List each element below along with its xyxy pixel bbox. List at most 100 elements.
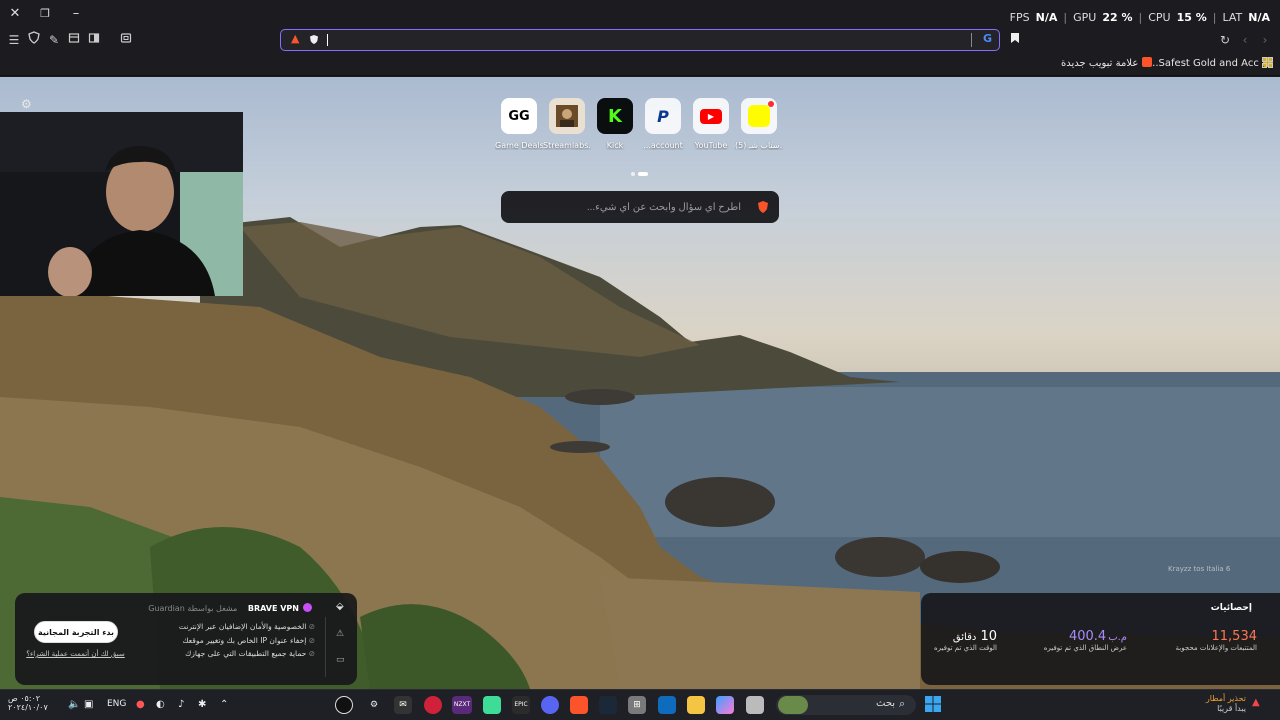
vpn-feature-list: ⊘ الخصوصية والأمان الإضافيان عبر الإنترن… <box>165 620 315 661</box>
nzxt-cam-icon[interactable]: NZXT <box>452 696 472 714</box>
top-site-label: YouTube <box>694 141 728 150</box>
google-icon[interactable]: G <box>983 32 992 45</box>
address-input[interactable] <box>327 31 947 49</box>
pager-dot-active[interactable] <box>638 171 648 176</box>
apps-grid-icon[interactable] <box>1258 55 1276 73</box>
restore-window-button[interactable]: ❐ <box>34 4 56 24</box>
riot-client-icon[interactable] <box>424 696 442 714</box>
search-icon: ⌕ <box>899 697 906 710</box>
app-tray-icon[interactable]: ◐ <box>156 699 165 710</box>
volume-icon[interactable]: ♪ <box>178 699 184 710</box>
top-sites-pager[interactable] <box>631 163 651 182</box>
address-bar[interactable]: ▲ G <box>280 29 1000 51</box>
weather-widget[interactable]: تحذير أمطار يبدأ قريبًا <box>1170 694 1246 714</box>
minimize-window-button[interactable]: – <box>65 4 87 24</box>
taskbar-search[interactable]: بحث ⌕ <box>776 695 916 715</box>
network-icon[interactable]: ▣ <box>84 699 93 710</box>
vpn-divider <box>325 617 326 677</box>
screenshot-icon[interactable] <box>117 31 135 49</box>
file-explorer-icon[interactable] <box>687 696 705 714</box>
stat-unit: دقائق <box>952 632 977 643</box>
pager-dot[interactable] <box>631 171 635 176</box>
gpu-value: 22 % <box>1102 10 1133 24</box>
extensions-icon[interactable]: ✎ <box>45 31 63 49</box>
top-site-tile[interactable]: Streamlabs... <box>543 98 591 150</box>
outlook-icon[interactable] <box>658 696 676 714</box>
check-icon: ⊘ <box>306 622 315 631</box>
top-site-label: (5) سناب شـ... <box>735 141 783 150</box>
browser-toolbar: ☰ ✎ ▲ G ↻ ‹ › <box>0 28 1280 52</box>
clock[interactable]: ٠٥:٠٢ ص ٢٠٢٤/١٠/٠٧ <box>8 694 68 712</box>
search-placeholder: بحث <box>876 698 896 709</box>
top-site-tile[interactable]: K Kick <box>591 98 639 150</box>
lat-value: N/A <box>1248 10 1270 24</box>
vpn-start-trial-button[interactable]: بدء التجربة المجانية <box>34 621 118 643</box>
bookmark-icon[interactable] <box>1006 31 1024 49</box>
microphone-icon[interactable]: ● <box>136 699 145 710</box>
ntp-search-input[interactable] <box>511 198 741 216</box>
windows-start-icon[interactable] <box>924 696 942 714</box>
top-sites: GG Game Deals Streamlabs... K Kick P ...… <box>495 98 785 158</box>
sidebar-icon[interactable] <box>85 31 103 49</box>
check-icon: ⊘ <box>306 635 315 645</box>
warning-icon[interactable]: ⚠ <box>336 629 344 639</box>
steelseries-icon[interactable]: ⚙ <box>365 696 383 714</box>
copilot-icon[interactable] <box>716 696 734 714</box>
reload-icon[interactable]: ↻ <box>1216 31 1234 49</box>
android-app-icon[interactable] <box>483 696 501 714</box>
chevron-up-icon[interactable]: ⌃ <box>220 699 228 710</box>
back-icon[interactable]: ‹ <box>1236 31 1254 49</box>
menu-icon[interactable]: ☰ <box>5 31 23 49</box>
check-icon: ⊘ <box>306 649 315 658</box>
top-site-tile[interactable]: GG Game Deals <box>495 98 543 150</box>
webcam-overlay <box>0 112 243 296</box>
brave-icon[interactable] <box>570 696 588 714</box>
language-indicator[interactable]: ENG <box>107 699 126 709</box>
vpn-already-purchased-link[interactable]: سبق لك أن أتممت عملية الشراء؟ <box>23 650 128 658</box>
epic-games-icon[interactable]: EPIC <box>512 696 530 714</box>
brave-shields-icon[interactable] <box>309 32 319 48</box>
discord-icon[interactable] <box>541 696 559 714</box>
ntp-search-box[interactable] <box>501 191 779 223</box>
stat-value: 400.4 <box>1068 629 1107 644</box>
title-bar: ✕ ❐ – FPS N/A | GPU 22 % | CPU 15 % | LA… <box>0 0 1280 28</box>
lat-label: LAT <box>1222 10 1243 24</box>
top-site-icon: P <box>645 98 681 134</box>
weather-alert-icon: ▲ <box>1252 697 1260 708</box>
stat-label: المتتبعات والإعلانات محجوبة <box>1175 644 1257 652</box>
task-view-icon[interactable] <box>746 696 764 714</box>
stat-label: عرض النطاق الذي تم توفيره <box>1043 644 1127 652</box>
window-icon[interactable]: ▭ <box>336 655 345 665</box>
top-site-tile[interactable]: (5) سناب شـ... <box>735 98 783 150</box>
vpn-feature: ⊘ حماية جميع التطبيقات التي على جهازك <box>185 649 315 658</box>
tabs-icon[interactable] <box>65 31 83 49</box>
top-site-icon <box>549 98 585 134</box>
obs-icon[interactable] <box>335 696 353 714</box>
gear-icon[interactable]: ⚙ <box>21 97 32 111</box>
photo-credit: Krayzz tos Italia 6 <box>1168 565 1231 573</box>
top-site-icon: ▶ <box>693 98 729 134</box>
weather-subtitle: يبدأ قريبًا <box>1217 704 1246 713</box>
new-tab-page: ⚙ GG Game Deals Streamlabs... K Kick P .… <box>0 77 1280 689</box>
shield-icon[interactable] <box>25 31 43 49</box>
stat-bandwidth: م.ب400.4 عرض النطاق الذي تم توفيره <box>1031 629 1127 652</box>
bookmark-item[interactable]: علامة تبويب جديدة <box>1061 57 1153 69</box>
close-window-button[interactable]: ✕ <box>4 4 26 24</box>
store-icon[interactable]: ⊞ <box>628 696 646 714</box>
weather-title: تحذير أمطار <box>1205 694 1246 703</box>
brave-rewards-icon[interactable]: ▲ <box>291 32 299 45</box>
mail-app-icon[interactable]: ✉ <box>394 696 412 714</box>
bookmark-favicon-icon <box>1142 57 1153 67</box>
speaker-icon[interactable]: 🔈 <box>68 699 80 710</box>
bookmark-item[interactable]: Safest Gold and Acc... <box>1149 57 1273 69</box>
forward-icon[interactable]: › <box>1256 31 1274 49</box>
search-highlight-image <box>778 696 808 714</box>
stats-title: إحصائيات <box>1210 603 1252 613</box>
top-site-tile[interactable]: P ...account <box>639 98 687 150</box>
top-site-label: Kick <box>606 141 624 150</box>
steam-icon[interactable] <box>599 696 617 714</box>
top-site-tile[interactable]: ▶ YouTube <box>687 98 735 150</box>
stat-unit: م.ب <box>1108 632 1127 643</box>
settings-tray-icon[interactable]: ✱ <box>198 699 206 710</box>
location-pin-icon[interactable]: ⬙ <box>336 601 344 612</box>
